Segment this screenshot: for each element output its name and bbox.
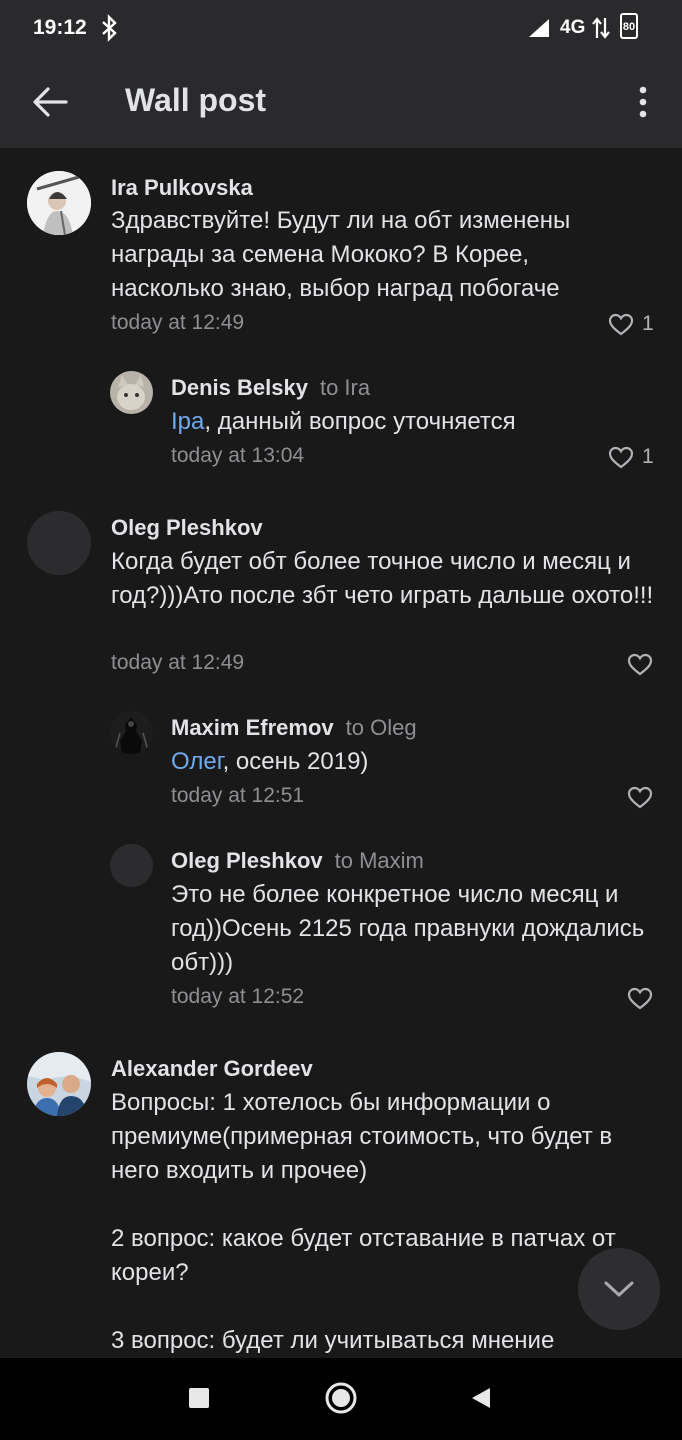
comment-text: Вопросы: 1 хотелось бы информации о прем… [111, 1086, 661, 1358]
comment-text: Это не более конкретное число месяц и го… [171, 881, 645, 976]
author-name: Denis Belsky [171, 375, 308, 400]
comment-paragraph: 3 вопрос: будет ли учитываться мнение [111, 1327, 555, 1354]
signal-icon [529, 19, 549, 37]
home-button[interactable] [325, 1382, 357, 1414]
network-type: 4G [560, 17, 586, 38]
comment-time: today at 12:49 [111, 311, 245, 334]
comment-body: , данный вопрос уточняется [204, 408, 516, 435]
comment-author[interactable]: Maxim Efremov to Oleg [171, 715, 417, 741]
scroll-down-button[interactable] [578, 1248, 660, 1330]
app-bar: Wall post [0, 56, 682, 148]
data-arrows-icon [592, 17, 610, 39]
comment-time: today at 13:04 [171, 444, 305, 467]
avatar-image [27, 171, 91, 235]
comment-author[interactable]: Oleg Pleshkov [111, 515, 263, 541]
battery-level: 80 [622, 21, 636, 33]
comment-text: Здравствуйте! Будут ли на обт изменены н… [111, 207, 571, 302]
like-button[interactable]: 1 [608, 312, 654, 336]
like-button[interactable] [627, 653, 661, 676]
author-name: Maxim Efremov [171, 715, 334, 740]
avatar[interactable] [27, 171, 91, 235]
system-nav-bar [0, 1358, 682, 1440]
comment-author[interactable]: Oleg Pleshkov to Maxim [171, 848, 424, 874]
back-triangle-button[interactable] [470, 1386, 492, 1410]
comment-body: , осень 2019) [222, 748, 369, 775]
heart-outline-icon [627, 653, 653, 676]
reply-to-label[interactable]: to Ira [320, 375, 370, 400]
mention-link[interactable]: Іра [171, 408, 204, 435]
avatar-image [110, 371, 153, 414]
like-count: 1 [642, 445, 654, 468]
heart-outline-icon [627, 786, 653, 809]
avatar[interactable] [110, 844, 153, 887]
reply-to-label[interactable]: to Oleg [346, 715, 417, 740]
status-time: 19:12 [33, 16, 87, 39]
avatar-image [27, 1052, 91, 1116]
comment-paragraph: Вопросы: 1 хотелось бы информации о прем… [111, 1089, 613, 1184]
like-button[interactable]: 1 [608, 445, 654, 469]
avatar[interactable] [27, 511, 91, 575]
like-count: 1 [642, 312, 654, 335]
comments-list[interactable]: Ira Pulkovska Здравствуйте! Будут ли на … [0, 148, 682, 1358]
comment-text: Когда будет обт более точное число и мес… [111, 548, 654, 609]
recent-apps-button[interactable] [189, 1388, 209, 1408]
comment-time: today at 12:51 [171, 784, 305, 807]
avatar[interactable] [110, 711, 153, 754]
avatar[interactable] [110, 371, 153, 414]
comment-time: today at 12:52 [171, 985, 305, 1008]
comment-time: today at 12:49 [111, 651, 245, 674]
heart-outline-icon [627, 987, 653, 1010]
page-title: Wall post [125, 82, 267, 118]
avatar[interactable] [27, 1052, 91, 1116]
comment-text: Олег, осень 2019) [171, 745, 651, 779]
reply-to-label[interactable]: to Maxim [335, 848, 424, 873]
heart-outline-icon [608, 446, 634, 468]
comment-author[interactable]: Alexander Gordeev [111, 1056, 313, 1082]
comment-author[interactable]: Denis Belsky to Ira [171, 375, 370, 401]
like-button[interactable] [627, 987, 661, 1010]
chevron-down-icon [604, 1281, 634, 1297]
mention-link[interactable]: Олег [171, 748, 223, 775]
bluetooth-icon [102, 14, 117, 42]
battery-icon: 80 [620, 13, 638, 39]
status-bar: 19:12 4G 80 [0, 0, 682, 56]
avatar-image [110, 711, 153, 754]
more-options-button[interactable] [628, 82, 658, 122]
comment-author[interactable]: Ira Pulkovska [111, 175, 253, 201]
heart-outline-icon [608, 313, 634, 335]
back-button[interactable] [30, 84, 70, 120]
author-name: Oleg Pleshkov [171, 848, 323, 873]
comment-text: Іра, данный вопрос уточняется [171, 405, 651, 439]
like-button[interactable] [627, 786, 661, 809]
